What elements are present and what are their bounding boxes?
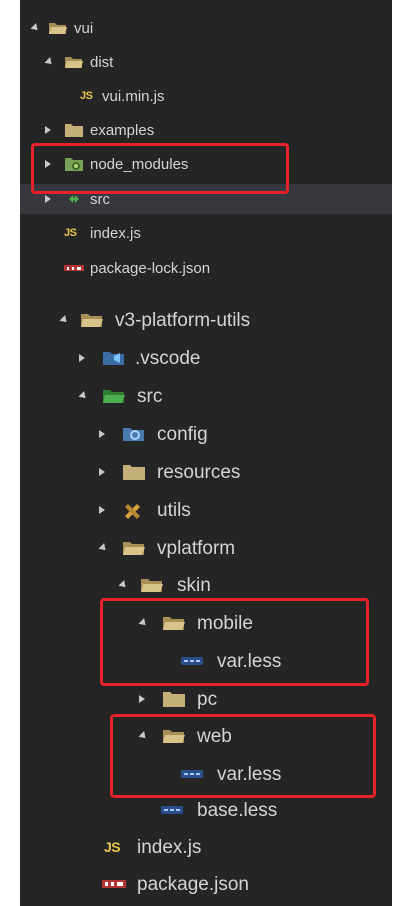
tree-item-dist[interactable]: dist — [20, 47, 392, 77]
tree-item-label: src — [137, 385, 163, 407]
tree-item-label: resources — [157, 461, 241, 483]
tree-item-resources[interactable]: resources — [20, 457, 392, 487]
tree-item-vui-min-js[interactable]: JS vui.min.js — [20, 81, 392, 111]
chevron-down-icon[interactable] — [136, 730, 148, 742]
tree-item-label: vui — [74, 19, 94, 37]
folder-icon — [162, 690, 186, 708]
screenshot-canvas: vui dist JS vui.min.js examples node_mod… — [0, 0, 400, 906]
tree-item-label: pc — [197, 688, 218, 710]
tree-item-web[interactable]: web — [20, 721, 392, 751]
source-folder-open-icon — [102, 387, 126, 405]
chevron-right-icon[interactable] — [42, 193, 54, 205]
tree-item-package-lock-json[interactable]: package-lock.json — [20, 253, 392, 283]
tree-item-examples[interactable]: examples — [20, 115, 392, 145]
tree-item-label: mobile — [197, 612, 253, 634]
less-file-icon — [161, 805, 183, 815]
tree-item-node-modules[interactable]: node_modules — [20, 149, 392, 179]
tree-item-package-json[interactable]: package.json — [20, 869, 392, 899]
tree-item-label: utils — [157, 499, 191, 521]
npm-file-icon — [102, 878, 126, 890]
tree-item-skin[interactable]: skin — [20, 570, 392, 600]
vscode-folder-icon — [102, 349, 126, 367]
less-file-icon — [181, 769, 203, 779]
chevron-down-icon[interactable] — [42, 56, 54, 68]
explorer-tree: vui dist JS vui.min.js examples node_mod… — [20, 0, 392, 906]
chevron-down-icon[interactable] — [57, 314, 69, 326]
chevron-right-icon[interactable] — [96, 466, 108, 478]
chevron-right-icon[interactable] — [96, 428, 108, 440]
folder-open-icon — [140, 576, 164, 594]
tree-item-web-var-less[interactable]: var.less — [20, 759, 392, 789]
tree-item-utils[interactable]: utils — [20, 495, 392, 525]
tree-item-label: node_modules — [90, 155, 189, 173]
tree-item-src-expanded[interactable]: src — [20, 381, 392, 411]
config-folder-icon — [122, 425, 146, 443]
tree-item-label: config — [157, 423, 208, 445]
tree-item-pc[interactable]: pc — [20, 684, 392, 714]
folder-open-icon — [162, 614, 186, 632]
less-file-icon — [181, 656, 203, 666]
tree-item-label: vui.min.js — [102, 87, 165, 105]
tree-item-label: .vscode — [135, 347, 201, 369]
chevron-right-icon[interactable] — [76, 352, 88, 364]
source-folder-icon — [64, 191, 84, 207]
tree-item-base-less[interactable]: base.less — [20, 795, 392, 825]
tree-item-label: examples — [90, 121, 155, 139]
tree-item-vplatform[interactable]: vplatform — [20, 533, 392, 563]
javascript-file-icon: JS — [104, 839, 121, 855]
tree-item-label: v3-platform-utils — [115, 309, 251, 331]
folder-open-icon — [122, 539, 146, 557]
chevron-right-icon[interactable] — [136, 693, 148, 705]
javascript-file-icon: JS — [64, 227, 77, 239]
node-modules-folder-icon — [64, 156, 84, 172]
tree-item-v3-platform-utils[interactable]: v3-platform-utils — [20, 305, 392, 335]
folder-icon — [122, 463, 146, 481]
tree-item-label: vplatform — [157, 537, 236, 559]
chevron-down-icon[interactable] — [28, 22, 40, 34]
tree-item-label: var.less — [217, 763, 282, 785]
utils-folder-icon — [122, 501, 146, 519]
folder-open-icon — [162, 727, 186, 745]
tree-item-vui[interactable]: vui — [20, 13, 392, 43]
folder-open-icon — [48, 20, 68, 36]
tree-item-label: dist — [90, 53, 114, 71]
tree-item-index-js-lower[interactable]: JS index.js — [20, 832, 392, 862]
tree-item-vscode[interactable]: .vscode — [20, 343, 392, 373]
tree-item-label: index.js — [137, 836, 202, 858]
tree-item-mobile[interactable]: mobile — [20, 608, 392, 638]
tree-item-label: src — [90, 190, 110, 208]
tree-item-label: skin — [177, 574, 211, 596]
tree-item-config[interactable]: config — [20, 419, 392, 449]
tree-item-label: web — [197, 725, 232, 747]
chevron-down-icon[interactable] — [96, 542, 108, 554]
chevron-down-icon[interactable] — [116, 579, 128, 591]
tree-item-mobile-var-less[interactable]: var.less — [20, 646, 392, 676]
chevron-right-icon[interactable] — [42, 124, 54, 136]
tree-item-label: base.less — [197, 799, 278, 821]
tree-item-label: package-lock.json — [90, 259, 211, 277]
folder-icon — [64, 122, 84, 138]
tree-item-src[interactable]: src — [20, 184, 392, 214]
javascript-file-icon: JS — [80, 90, 93, 102]
tree-item-label: var.less — [217, 650, 282, 672]
chevron-down-icon[interactable] — [136, 617, 148, 629]
tree-item-index-js[interactable]: JS index.js — [20, 218, 392, 248]
tree-item-label: index.js — [90, 224, 141, 242]
chevron-down-icon[interactable] — [76, 390, 88, 402]
chevron-right-icon[interactable] — [96, 504, 108, 516]
folder-open-icon — [64, 54, 84, 70]
npm-file-icon — [64, 263, 84, 273]
chevron-right-icon[interactable] — [42, 158, 54, 170]
folder-open-icon — [80, 311, 104, 329]
tree-item-label: package.json — [137, 873, 249, 895]
